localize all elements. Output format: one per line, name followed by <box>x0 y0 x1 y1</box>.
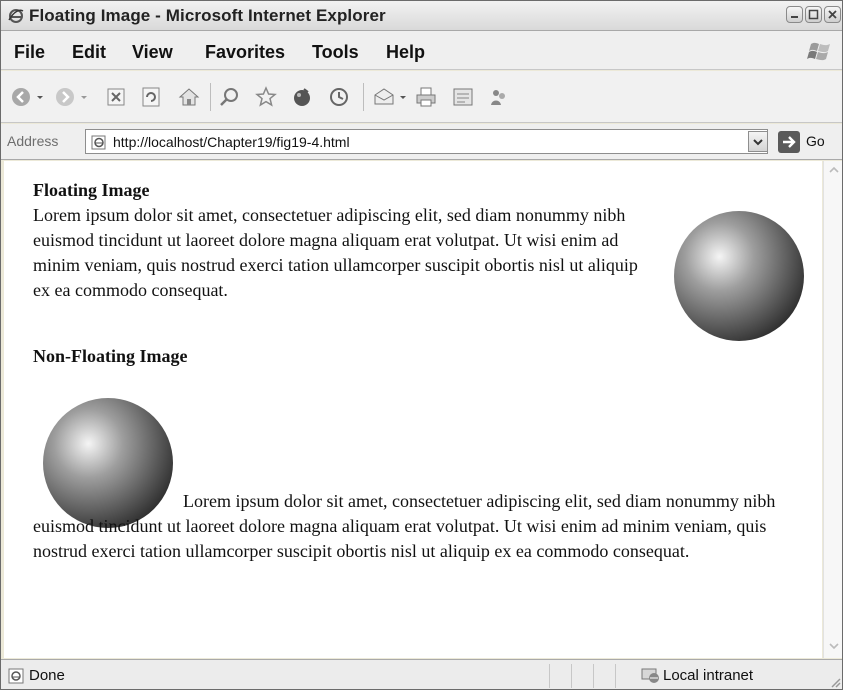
go-label[interactable]: Go <box>806 133 825 149</box>
toolbar <box>1 71 842 123</box>
menu-tools[interactable]: Tools <box>312 42 359 63</box>
address-bar: Address http://localhost/Chapter19/fig19… <box>1 124 842 160</box>
home-icon[interactable] <box>177 85 201 109</box>
browser-window: Floating Image - Microsoft Internet Expl… <box>0 0 843 690</box>
vertical-scrollbar[interactable] <box>823 161 842 658</box>
address-url: http://localhost/Chapter19/fig19-4.html <box>113 134 350 150</box>
print-icon[interactable] <box>414 85 438 109</box>
address-dropdown-button[interactable] <box>748 131 768 152</box>
forward-icon[interactable] <box>53 85 77 109</box>
page-content: Floating Image Lorem ipsum dolor sit ame… <box>33 180 809 561</box>
status-divider <box>615 664 616 688</box>
toolbar-separator <box>210 83 211 111</box>
address-input[interactable]: http://localhost/Chapter19/fig19-4.html <box>85 129 768 154</box>
status-bar: Done Local intranet <box>1 659 842 689</box>
chevron-down-icon <box>753 139 763 146</box>
page-icon <box>91 135 106 150</box>
close-icon <box>828 10 837 19</box>
windows-flag-icon <box>807 42 830 61</box>
arrow-right-icon <box>783 136 796 148</box>
local-intranet-icon <box>641 668 659 683</box>
minimize-button[interactable] <box>786 6 803 23</box>
chevron-down-icon[interactable] <box>397 85 409 109</box>
ie-icon <box>8 9 24 23</box>
page-viewport[interactable]: Floating Image Lorem ipsum dolor sit ame… <box>4 161 822 658</box>
menu-edit[interactable]: Edit <box>72 42 106 63</box>
chevron-down-icon[interactable] <box>78 85 90 109</box>
page-status-icon <box>8 668 24 684</box>
close-button[interactable] <box>824 6 841 23</box>
nonfloating-section: Non-Floating Image <box>33 346 809 369</box>
status-divider <box>593 664 594 688</box>
status-text: Done <box>29 667 65 684</box>
floating-heading: Floating Image <box>33 180 150 200</box>
window-title: Floating Image - Microsoft Internet Expl… <box>29 6 386 25</box>
resize-grip-icon[interactable] <box>829 676 841 688</box>
status-divider <box>571 664 572 688</box>
maximize-icon <box>808 9 819 20</box>
menu-favorites[interactable]: Favorites <box>205 42 285 63</box>
stop-icon[interactable] <box>104 85 128 109</box>
messenger-icon[interactable] <box>487 85 511 109</box>
back-icon[interactable] <box>9 85 33 109</box>
chevron-down-icon[interactable] <box>34 85 46 109</box>
scroll-down-icon[interactable] <box>827 639 841 653</box>
address-label: Address <box>7 133 59 149</box>
search-icon[interactable] <box>217 85 241 109</box>
menu-file[interactable]: File <box>14 42 45 63</box>
title-bar: Floating Image - Microsoft Internet Expl… <box>1 1 842 31</box>
menu-help[interactable]: Help <box>386 42 425 63</box>
refresh-icon[interactable] <box>139 85 163 109</box>
edit-icon[interactable] <box>451 85 475 109</box>
toolbar-separator <box>363 83 364 111</box>
scroll-up-icon[interactable] <box>827 163 841 177</box>
nonfloating-heading: Non-Floating Image <box>33 346 188 366</box>
minimize-icon <box>791 16 798 18</box>
history-icon[interactable] <box>327 85 351 109</box>
menu-view[interactable]: View <box>132 42 173 63</box>
floating-sphere-image <box>674 211 804 341</box>
favorites-icon[interactable] <box>254 85 278 109</box>
maximize-button[interactable] <box>805 6 822 23</box>
mail-icon[interactable] <box>372 85 396 109</box>
nonfloating-paragraph: Lorem ipsum dolor sit amet, consectetuer… <box>33 491 776 561</box>
media-icon[interactable] <box>290 85 314 109</box>
menu-bar: File Edit View Favorites Tools Help <box>1 31 842 70</box>
floating-paragraph: Lorem ipsum dolor sit amet, consectetuer… <box>33 205 638 300</box>
go-button[interactable] <box>778 131 800 153</box>
security-zone-text: Local intranet <box>663 667 754 684</box>
status-divider <box>549 664 550 688</box>
